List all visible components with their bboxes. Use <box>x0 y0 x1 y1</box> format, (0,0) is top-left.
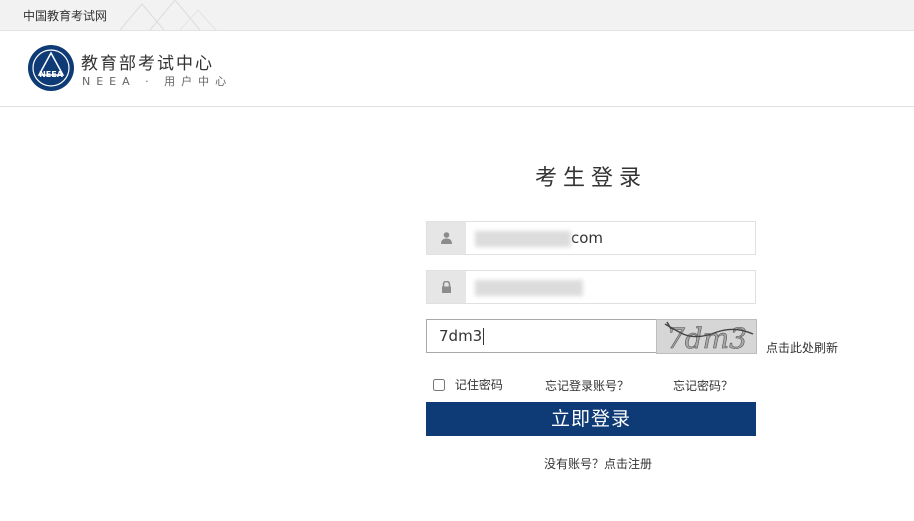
login-button[interactable]: 立即登录 <box>426 402 756 436</box>
remember-password[interactable]: 记住密码 <box>433 376 503 393</box>
site-header: NEEA 教育部考试中心 NEEA · 用户中心 <box>0 31 914 107</box>
username-value[interactable]: com <box>475 222 603 254</box>
forgot-account-link[interactable]: 忘记登录账号？ <box>545 377 629 394</box>
blurred-username <box>475 230 571 247</box>
captcha-image[interactable]: 7dm3 <box>656 319 757 354</box>
top-bar: 中国教育考试网 <box>0 0 914 31</box>
lock-icon-box <box>427 271 466 303</box>
captcha-input[interactable]: 7dm3 <box>426 319 667 353</box>
user-icon <box>441 232 452 244</box>
blurred-password <box>475 279 583 296</box>
remember-label: 记住密码 <box>454 378 503 392</box>
lock-icon <box>442 281 451 293</box>
register-link[interactable]: 没有账号？点击注册 <box>426 455 770 472</box>
password-field[interactable] <box>426 270 756 304</box>
password-value[interactable] <box>475 271 583 303</box>
org-name: 教育部考试中心 <box>81 54 214 74</box>
site-link[interactable]: 中国教育考试网 <box>23 7 107 24</box>
text-caret <box>483 328 485 345</box>
forgot-password-link[interactable]: 忘记密码？ <box>673 377 733 394</box>
login-title: 考生登录 <box>534 166 647 191</box>
mountain-decoration <box>120 0 217 30</box>
username-field[interactable]: com <box>426 221 756 255</box>
refresh-captcha-link[interactable]: 点击此处刷新 <box>766 339 838 356</box>
org-subtitle: NEEA · 用户中心 <box>82 75 233 88</box>
svg-text:NEEA: NEEA <box>39 70 64 79</box>
svg-text:7dm3: 7dm3 <box>667 322 747 353</box>
user-icon-box <box>427 222 466 254</box>
remember-checkbox[interactable] <box>433 378 445 391</box>
neea-logo-icon: NEEA <box>28 45 74 91</box>
captcha-graphic: 7dm3 <box>657 320 756 353</box>
